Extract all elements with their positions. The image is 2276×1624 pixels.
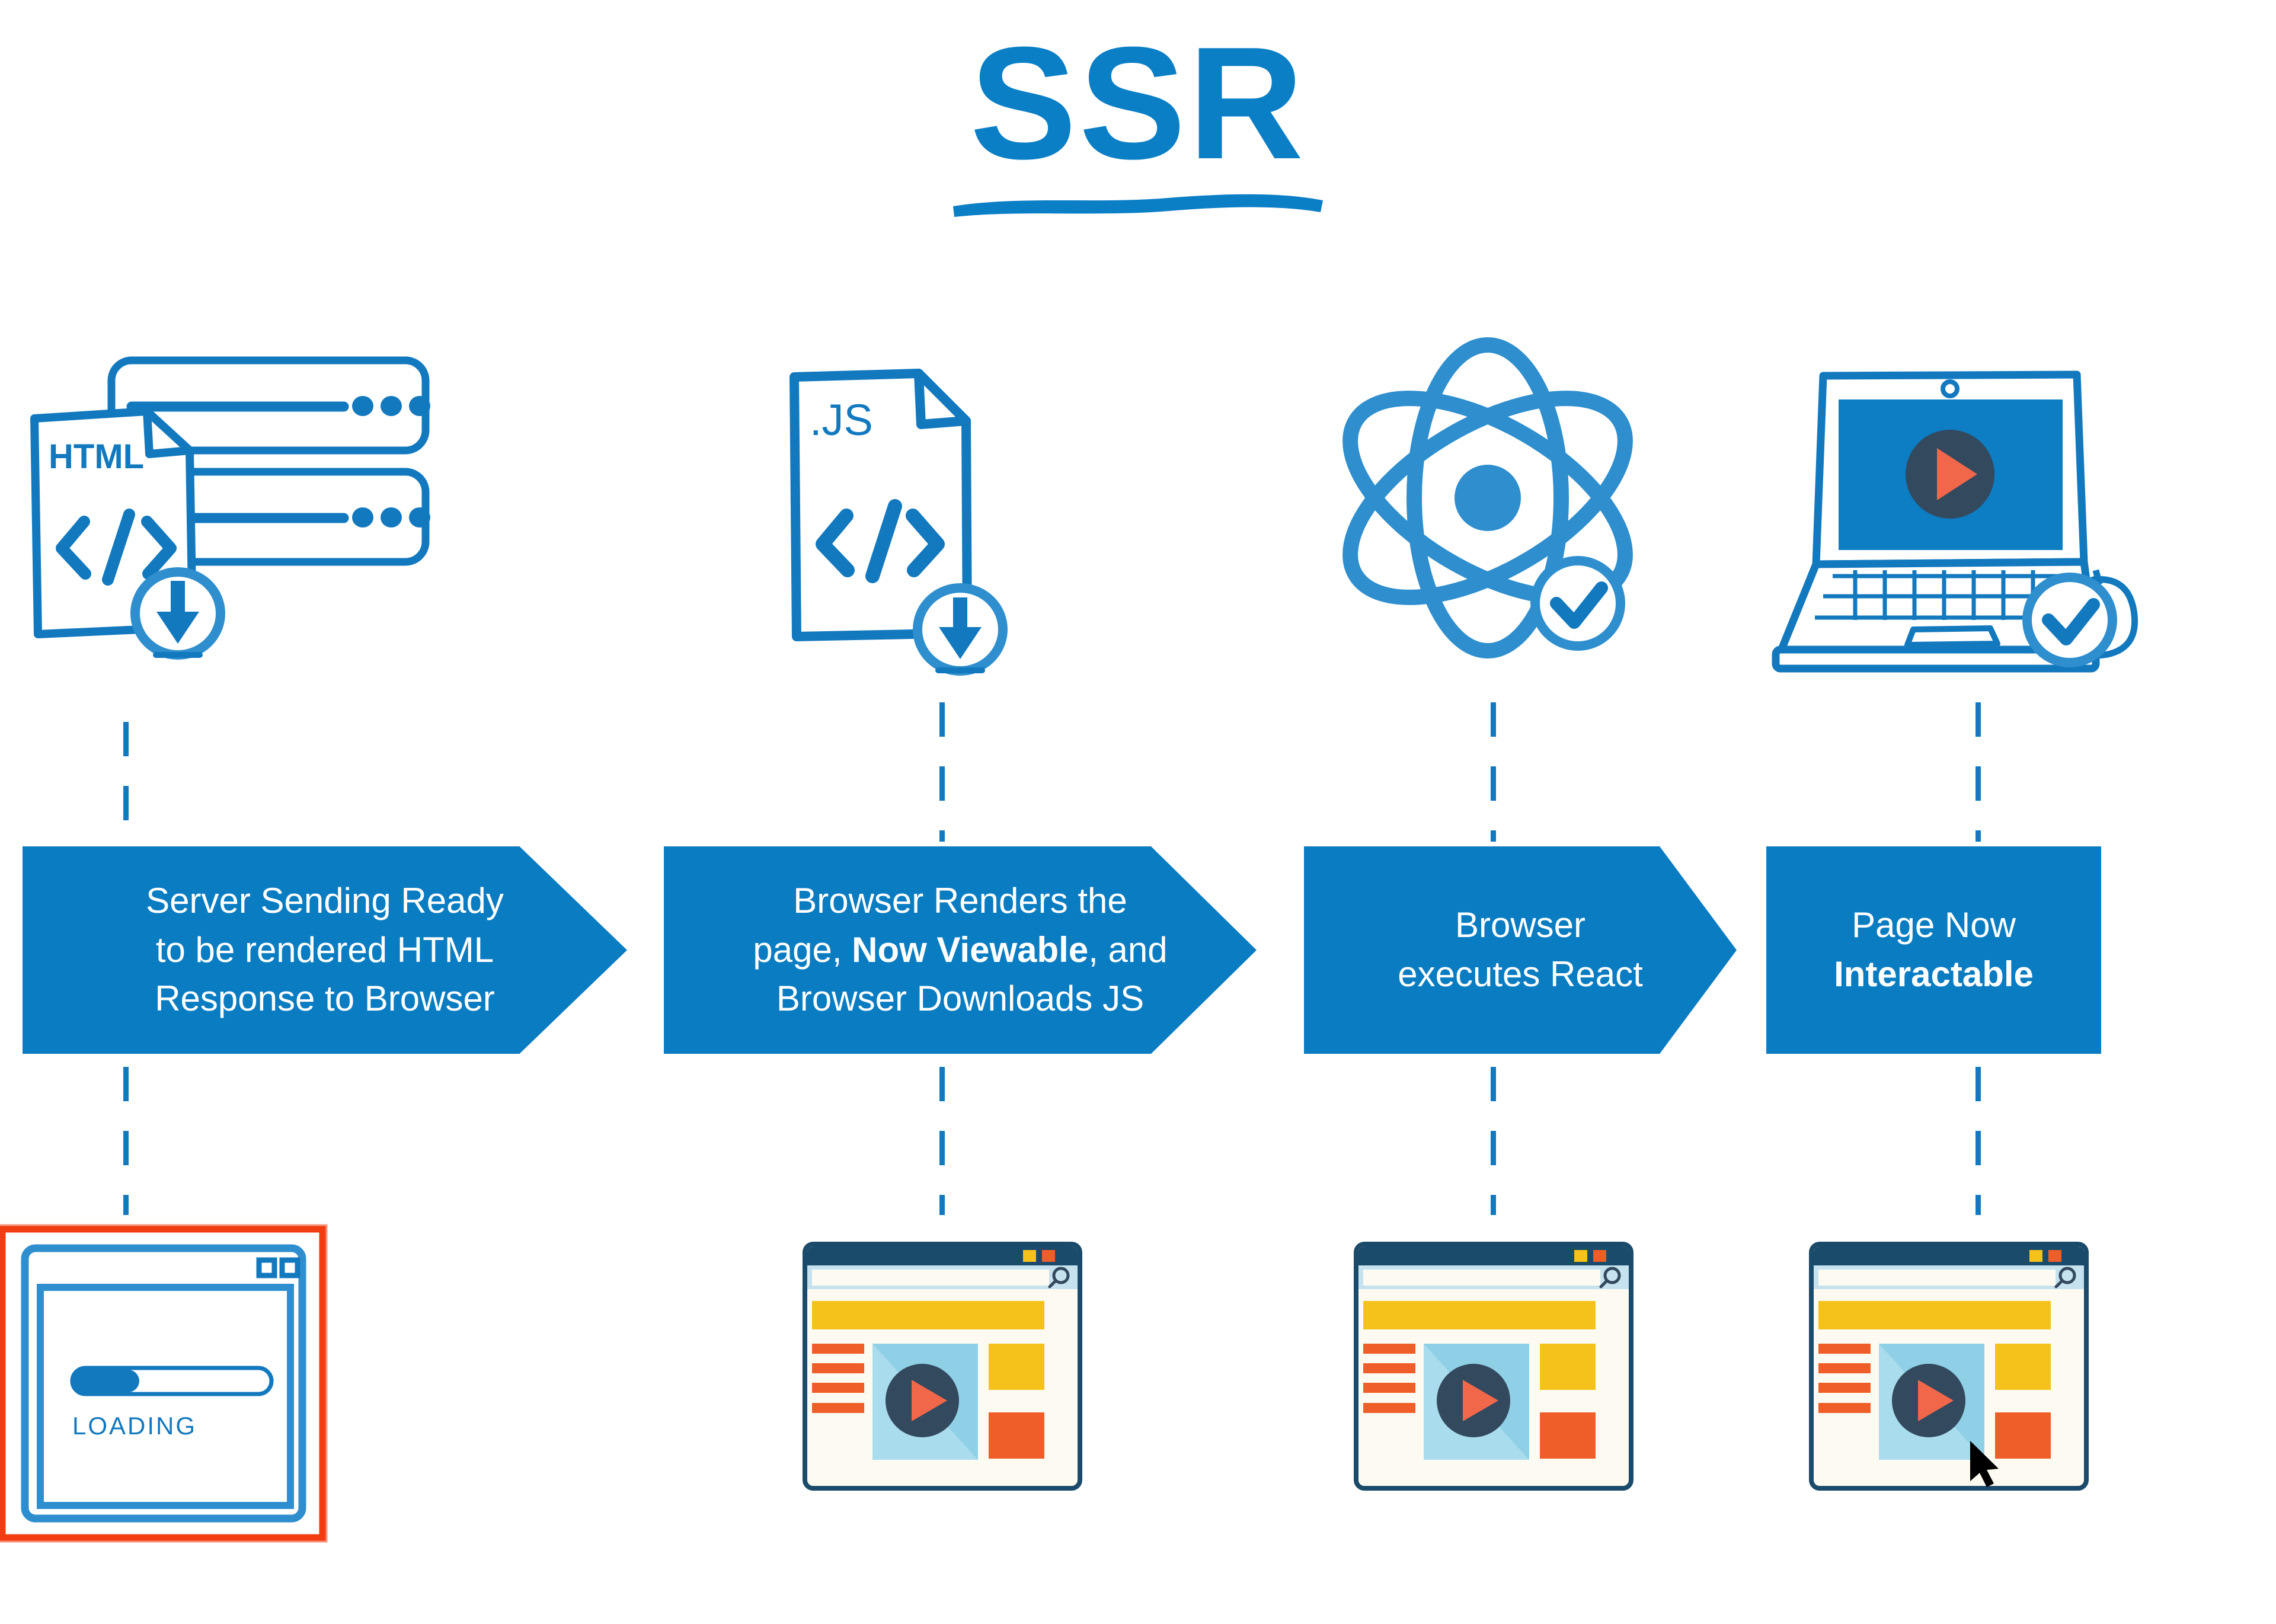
step-banner-1: Server Sending Ready to be rendered HTML…	[23, 846, 627, 1054]
page-block-yellow	[989, 1344, 1044, 1390]
page-block-orange	[1540, 1412, 1596, 1459]
loading-label: LOADING	[72, 1412, 197, 1440]
connector-icon-to-banner-1	[123, 722, 129, 840]
connector-banner-to-mock-3	[1491, 1067, 1496, 1215]
rendered-page-browser-window-2[interactable]	[803, 1242, 1082, 1491]
page-block-orange	[1995, 1412, 2051, 1459]
js-doc-label: .JS	[810, 395, 873, 445]
window-button-yellow[interactable]	[1574, 1250, 1587, 1262]
connector-banner-to-mock-4	[1975, 1067, 1981, 1215]
page-hero-banner	[812, 1301, 1044, 1329]
page-block-orange	[989, 1412, 1044, 1459]
step-column-2: .JS Browser Renders the page, Now Viewab…	[581, 0, 1257, 1624]
react-atom-check-icon	[1304, 320, 1754, 699]
laptop-with-mouse-check-icon	[1766, 350, 2217, 729]
interactive-page-browser-window[interactable]	[1809, 1242, 2089, 1491]
search-input[interactable]	[1363, 1270, 1600, 1286]
window-button-yellow[interactable]	[2029, 1250, 2042, 1262]
search-input[interactable]	[1818, 1270, 2056, 1286]
connector-banner-to-mock-1	[123, 1067, 129, 1215]
connector-icon-to-banner-4	[1975, 702, 1981, 842]
step-banner-1-text: Server Sending Ready to be rendered HTML…	[146, 880, 504, 1019]
step-column-3: Browser executes React	[1043, 0, 1737, 1624]
step-banner-3-text: Browser executes React	[1398, 905, 1643, 994]
step-banner-4-text: Page Now Interactable	[1834, 905, 2034, 994]
page-hero-banner	[1818, 1301, 2051, 1329]
step-banner-3: Browser executes React	[1304, 846, 1737, 1054]
step-column-4: Page Now Interactable	[1766, 0, 2217, 1624]
page-block-yellow	[1995, 1344, 2051, 1390]
html-doc-label: HTML	[49, 437, 144, 476]
window-button-orange[interactable]	[1593, 1250, 1606, 1262]
window-button-yellow[interactable]	[1023, 1250, 1036, 1262]
page-hero-banner	[1363, 1301, 1596, 1329]
step-column-1: HTML Server Sending Ready to be rendered…	[0, 0, 627, 1624]
connector-icon-to-banner-2	[939, 702, 945, 842]
step-banner-4: Page Now Interactable	[1766, 846, 2101, 1054]
server-with-html-document-download-icon: HTML	[12, 344, 462, 723]
loading-browser-window[interactable]: LOADING	[0, 1221, 328, 1543]
search-input[interactable]	[812, 1270, 1049, 1286]
window-button-orange[interactable]	[2048, 1250, 2061, 1262]
connector-banner-to-mock-2	[939, 1067, 945, 1215]
rendered-page-browser-window-3[interactable]	[1354, 1242, 1634, 1491]
page-block-yellow	[1540, 1344, 1596, 1390]
connector-icon-to-banner-3	[1491, 702, 1496, 842]
